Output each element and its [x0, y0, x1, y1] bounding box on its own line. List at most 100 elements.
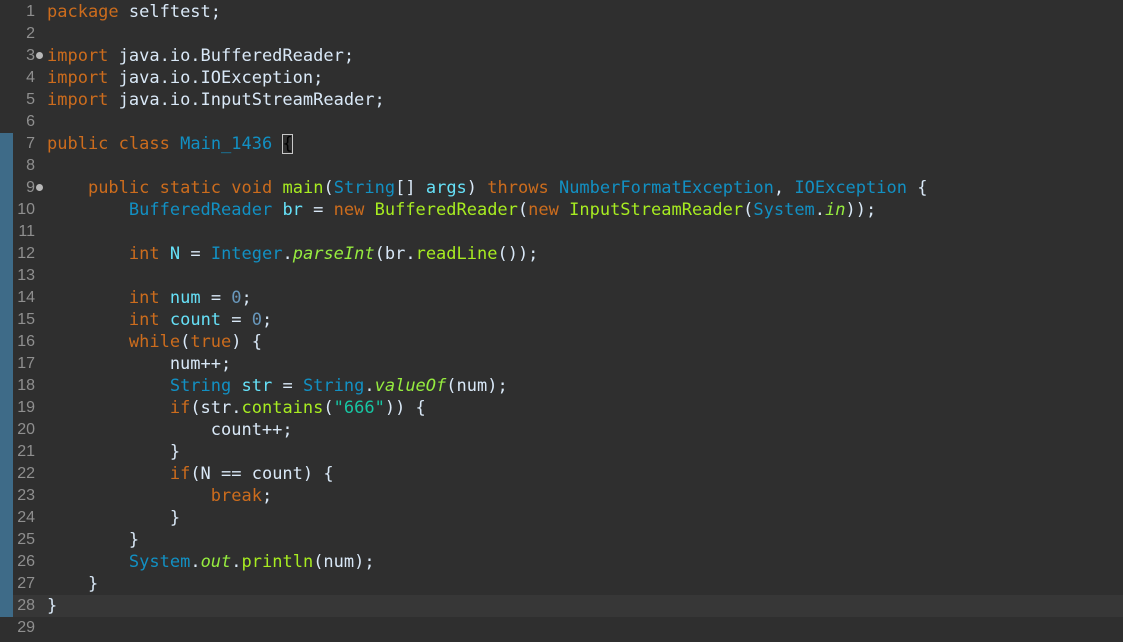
- code-token: (: [180, 332, 191, 352]
- code-line[interactable]: 11: [0, 221, 1123, 243]
- code-line[interactable]: 2: [0, 23, 1123, 45]
- code-line[interactable]: 16 while(true) {: [0, 331, 1123, 353]
- line-number: 26: [17, 553, 35, 570]
- code-token: if: [169, 464, 191, 484]
- code-line[interactable]: 24 }: [0, 507, 1123, 529]
- code-token: true: [190, 332, 232, 352]
- code-token: ;: [241, 288, 252, 308]
- code-token: (: [323, 178, 334, 198]
- line-number: 5: [26, 91, 35, 108]
- code-line[interactable]: 13: [0, 265, 1123, 287]
- code-line[interactable]: 14 int num = 0;: [0, 287, 1123, 309]
- code-line[interactable]: 19 if(str.contains("666")) {: [0, 397, 1123, 419]
- code-token: (: [323, 398, 334, 418]
- code-token: .: [190, 552, 201, 572]
- code-token: System: [128, 552, 191, 572]
- code-token: }: [47, 508, 181, 528]
- code-line[interactable]: 12 int N = Integer.parseInt(br.readLine(…: [0, 243, 1123, 265]
- code-token: int: [128, 288, 160, 308]
- code-text: int count = 0;: [47, 309, 272, 331]
- code-token: (str.: [190, 398, 242, 418]
- code-token: class: [118, 134, 170, 154]
- code-token: (num);: [446, 376, 508, 396]
- code-line[interactable]: 15 int count = 0;: [0, 309, 1123, 331]
- code-text: public class Main_1436 {: [47, 133, 293, 155]
- code-line[interactable]: 4 import java.io.IOException;: [0, 67, 1123, 89]
- line-number: 14: [17, 289, 35, 306]
- code-text: }: [47, 595, 57, 617]
- line-number: 10: [17, 201, 35, 218]
- code-line[interactable]: 6: [0, 111, 1123, 133]
- code-token: package: [47, 2, 119, 22]
- line-number: 7: [26, 135, 35, 152]
- line-number: 2: [26, 25, 35, 42]
- code-line[interactable]: 28}: [0, 595, 1123, 617]
- code-text: String str = String.valueOf(num);: [47, 375, 508, 397]
- code-text: import java.io.InputStreamReader;: [47, 89, 385, 111]
- code-line[interactable]: 5 import java.io.InputStreamReader;: [0, 89, 1123, 111]
- line-number: 13: [17, 267, 35, 284]
- line-number: 28: [17, 597, 35, 614]
- code-line[interactable]: 29: [0, 617, 1123, 639]
- code-token: String: [333, 178, 396, 198]
- code-line[interactable]: 9 public static void main(String[] args)…: [0, 177, 1123, 199]
- code-token: {: [282, 134, 293, 154]
- fold-toggle-icon[interactable]: [36, 52, 43, 59]
- code-text: int num = 0;: [47, 287, 252, 309]
- code-text: import java.io.BufferedReader;: [47, 45, 354, 67]
- code-token: []: [395, 178, 426, 198]
- code-token: parseInt: [292, 244, 375, 264]
- code-editor[interactable]: 1 package selftest; 2 3 import java.io.Buffe…: [0, 0, 1123, 642]
- code-token: import: [47, 90, 109, 110]
- code-line[interactable]: 10 BufferedReader br = new BufferedReade…: [0, 199, 1123, 221]
- code-line[interactable]: 27 }: [0, 573, 1123, 595]
- code-token: (: [743, 200, 754, 220]
- code-text: }: [47, 529, 139, 551]
- code-token: void: [231, 178, 273, 198]
- code-token: ());: [497, 244, 539, 264]
- code-line[interactable]: 25 }: [0, 529, 1123, 551]
- line-number: 25: [17, 531, 35, 548]
- code-token: in: [825, 200, 846, 220]
- line-number: 4: [26, 69, 35, 86]
- line-number: 8: [26, 157, 35, 174]
- code-token: IOException: [794, 178, 907, 198]
- code-token: =: [200, 288, 232, 308]
- code-text: if(N == count) {: [47, 463, 334, 485]
- code-line[interactable]: 8: [0, 155, 1123, 177]
- fold-toggle-icon[interactable]: [36, 184, 43, 191]
- code-token: str: [241, 376, 273, 396]
- line-number: 24: [17, 509, 35, 526]
- code-token: (num);: [313, 552, 375, 572]
- line-number: 9: [26, 179, 35, 196]
- line-number: 20: [17, 421, 35, 438]
- code-line[interactable]: 20 count++;: [0, 419, 1123, 441]
- code-token: (br.: [374, 244, 416, 264]
- code-line[interactable]: 21 }: [0, 441, 1123, 463]
- code-line[interactable]: 17 num++;: [0, 353, 1123, 375]
- code-line[interactable]: 7 public class Main_1436 {: [0, 133, 1123, 155]
- code-line[interactable]: 18 String str = String.valueOf(num);: [0, 375, 1123, 397]
- code-line[interactable]: 26 System.out.println(num);: [0, 551, 1123, 573]
- code-token: ;: [261, 486, 273, 506]
- code-token: NumberFormatException: [558, 178, 774, 198]
- code-token: ,: [773, 178, 795, 198]
- code-token: String: [302, 376, 365, 396]
- code-line[interactable]: 1 package selftest;: [0, 1, 1123, 23]
- code-token: 0: [231, 288, 242, 308]
- code-line[interactable]: 3 import java.io.BufferedReader;: [0, 45, 1123, 67]
- code-line[interactable]: 23 break;: [0, 485, 1123, 507]
- code-token: =: [221, 310, 252, 330]
- code-line[interactable]: 22 if(N == count) {: [0, 463, 1123, 485]
